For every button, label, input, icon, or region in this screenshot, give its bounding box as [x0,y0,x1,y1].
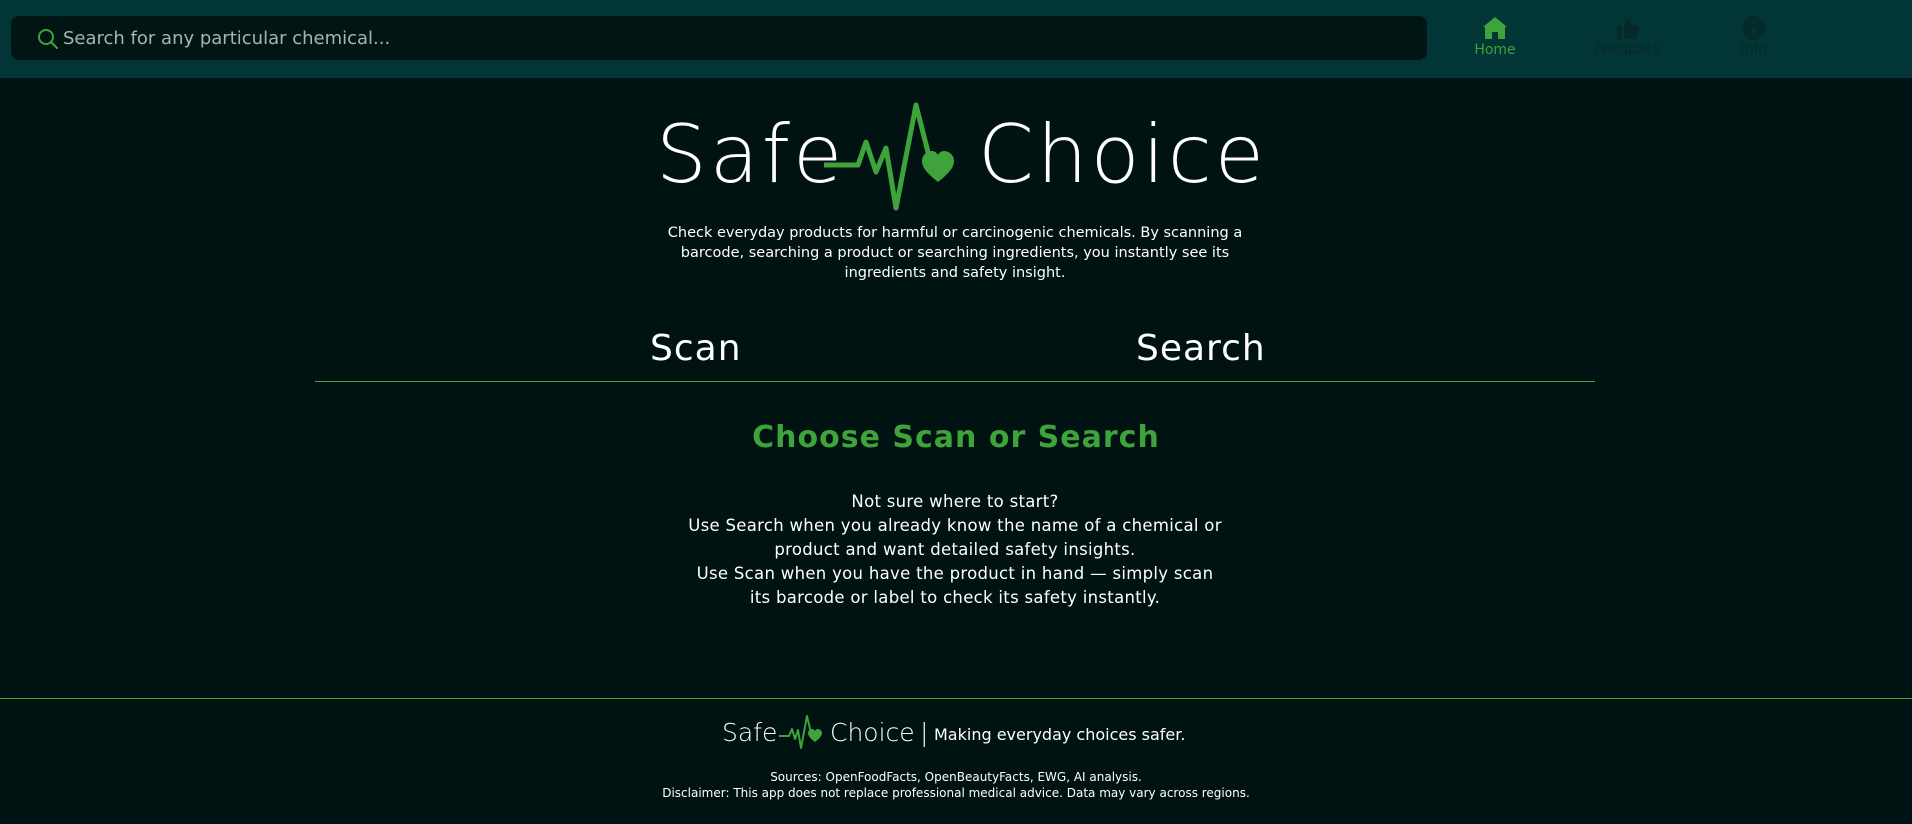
footer-divider [0,698,1912,699]
info-icon [1742,16,1766,40]
help-line: Use Scan when you have the product in ha… [696,564,1214,583]
footer-heartbeat-heart-icon [779,715,822,749]
footer-sources: Sources: OpenFoodFacts, OpenBeautyFacts,… [770,770,1142,784]
nav-info[interactable]: Info [1699,14,1809,62]
tab-search[interactable]: Search [1136,328,1266,369]
top-bar: Home Feedback Info [0,0,1912,78]
search-icon [38,29,58,49]
footer-separator: | [920,718,929,747]
footer-logo: Safe Choice | [722,712,932,752]
logo-text-right: Choice [978,108,1267,201]
tab-divider [315,381,1595,382]
footer-tagline: Making everyday choices safer. [934,725,1186,744]
tab-scan[interactable]: Scan [650,328,742,369]
nav-info-label: Info [1740,42,1768,58]
footer-disclaimer: Disclaimer: This app does not replace pr… [662,786,1250,800]
footer-logo-text-left: Safe [722,718,778,747]
home-icon [1483,17,1507,39]
intro-text: Check everyday products for harmful or c… [667,225,1243,281]
choose-heading: Choose Scan or Search [752,420,1160,455]
help-line: its barcode or label to check its safety… [749,588,1161,607]
nav-feedback-label: Feedback [1594,42,1662,58]
nav-home[interactable]: Home [1440,14,1550,62]
heartbeat-heart-icon [824,102,954,211]
search-input[interactable] [63,16,1403,60]
nav-feedback[interactable]: Feedback [1573,14,1683,62]
logo-text-left: Safe [656,108,846,201]
nav-home-label: Home [1474,42,1516,58]
thumbs-up-icon [1617,18,1640,39]
app-logo: Safe Choice [656,100,1264,215]
footer-logo-text-right: Choice [830,718,915,747]
help-line: product and want detailed safety insight… [774,540,1136,559]
search-box[interactable] [11,16,1427,60]
help-line: Not sure where to start? [851,492,1059,511]
help-line: Use Search when you already know the nam… [688,516,1222,535]
help-text: Not sure where to start? Use Search when… [680,490,1230,610]
